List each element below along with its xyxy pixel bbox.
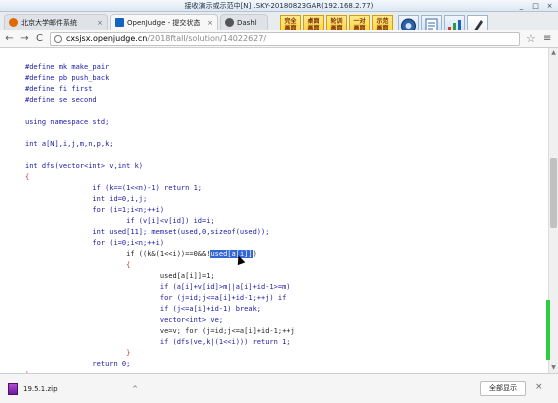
page-content: #define mid ((l+r)>>1)#define mk make_pa… [0, 48, 548, 373]
tab-openjudge[interactable]: OpenJudge - 提交状态 × [110, 14, 218, 30]
code-line: using namespace std; [25, 118, 110, 126]
close-shelf-button[interactable]: × [535, 382, 543, 392]
download-options-icon[interactable]: ^ [132, 385, 138, 393]
tab-close-icon[interactable]: × [97, 19, 103, 27]
menu-icon[interactable]: ≡ [543, 33, 551, 44]
mail-favicon-icon [9, 18, 18, 27]
code-line: return 0; [25, 360, 131, 368]
url-text: cxsjsx.openjudge.cn/2018ftall/solution/1… [66, 34, 266, 43]
tab-label: Dashl [237, 18, 257, 27]
code-line: #define mk make_pair [25, 63, 110, 71]
code-line: int id=0,i,j; [25, 195, 148, 203]
minimize-button[interactable]: _ [515, 1, 528, 11]
code-line: #define se second [25, 96, 97, 104]
tab-dashboard[interactable]: Dashl [220, 14, 268, 30]
browser-chrome: 北京大学邮件系统 × OpenJudge - 提交状态 × Dashl 完全 画… [0, 12, 558, 48]
dashboard-favicon-icon [225, 18, 234, 27]
code-line: vector<int> ve; [25, 316, 224, 324]
code-line: used[a[i]]=1; [25, 272, 215, 280]
reload-button[interactable]: C [33, 32, 46, 45]
url-host: cxsjsx.openjudge.cn [66, 34, 148, 43]
tab-label: 北京大学邮件系统 [21, 18, 77, 27]
forward-button[interactable]: → [18, 32, 31, 45]
code-line: if ((k&(1<<i))==0&&!used[a[i]]) [25, 250, 257, 258]
tab-label: OpenJudge - 提交状态 [127, 18, 201, 27]
code-line: if (dfs(ve,k|(1<<i))) return 1; [25, 338, 291, 346]
code-line: { [25, 261, 131, 269]
zip-file-icon [8, 383, 18, 395]
code-line: if (j<=a[i]+id-1) break; [25, 305, 262, 313]
code-line: for (i=0;i<n;++i) [25, 239, 165, 247]
code-line: if (k==(1<<n)-1) return 1; [25, 184, 203, 192]
openjudge-favicon-icon [115, 18, 124, 27]
tab-pku-mail[interactable]: 北京大学邮件系统 × [4, 14, 108, 30]
url-input[interactable]: cxsjsx.openjudge.cn/2018ftall/solution/1… [50, 32, 520, 46]
back-button[interactable]: ← [3, 32, 16, 45]
code-line: for (j=id;j<=a[i]+id-1;++j) if [25, 294, 287, 302]
selected-text[interactable]: used[a[i]] [210, 250, 253, 258]
source-code-block: #define mid ((l+r)>>1)#define mk make_pa… [25, 48, 295, 373]
scroll-up-icon[interactable]: ▲ [550, 49, 557, 57]
download-item[interactable]: 19.5.1.zip ^ [8, 380, 138, 398]
scroll-down-icon[interactable]: ▼ [550, 364, 557, 372]
show-all-button[interactable]: 全部显示 [480, 381, 526, 396]
code-line: for (i=1;i<n;++i) [25, 206, 165, 214]
scrollbar-thumb[interactable] [550, 158, 557, 228]
code-line: #define fi first [25, 85, 93, 93]
download-shelf: 19.5.1.zip ^ 全部显示 × [0, 373, 558, 403]
remote-window-title: 接收演示或示范中[N] .SKY-20180823GAR(192.168.2.7… [184, 2, 374, 10]
close-window-button[interactable]: × [543, 1, 556, 11]
address-bar: ← → C cxsjsx.openjudge.cn/2018ftall/solu… [0, 30, 558, 48]
green-indicator [546, 300, 550, 360]
code-line: { [25, 173, 30, 181]
url-path: /2018ftall/solution/14022627/ [147, 34, 267, 43]
code-line: int a[N],i,j,m,n,p,k; [25, 140, 114, 148]
code-line: int dfs(vector<int> v,int k) [25, 162, 144, 170]
code-line: ve=v; for (j=id;j<=a[i]+id-1;++j [25, 327, 295, 335]
code-line: #define pb push_back [25, 74, 110, 82]
code-line: } [25, 349, 131, 357]
tab-close-icon[interactable]: × [207, 19, 213, 27]
info-icon[interactable] [54, 35, 62, 43]
maximize-button[interactable]: □ [529, 1, 542, 11]
code-line: if (v[i]<v[id]) id=i; [25, 217, 215, 225]
bookmark-star-icon[interactable]: ☆ [526, 32, 536, 45]
code-line: int used[11]; memset(used,0,sizeof(used)… [25, 228, 270, 236]
download-filename: 19.5.1.zip [23, 385, 58, 393]
remote-window-titlebar: 接收演示或示范中[N] .SKY-20180823GAR(192.168.2.7… [0, 0, 558, 12]
code-line: if (a[i]+v[id]>m||a[i]+id-1>=m) [25, 283, 291, 291]
